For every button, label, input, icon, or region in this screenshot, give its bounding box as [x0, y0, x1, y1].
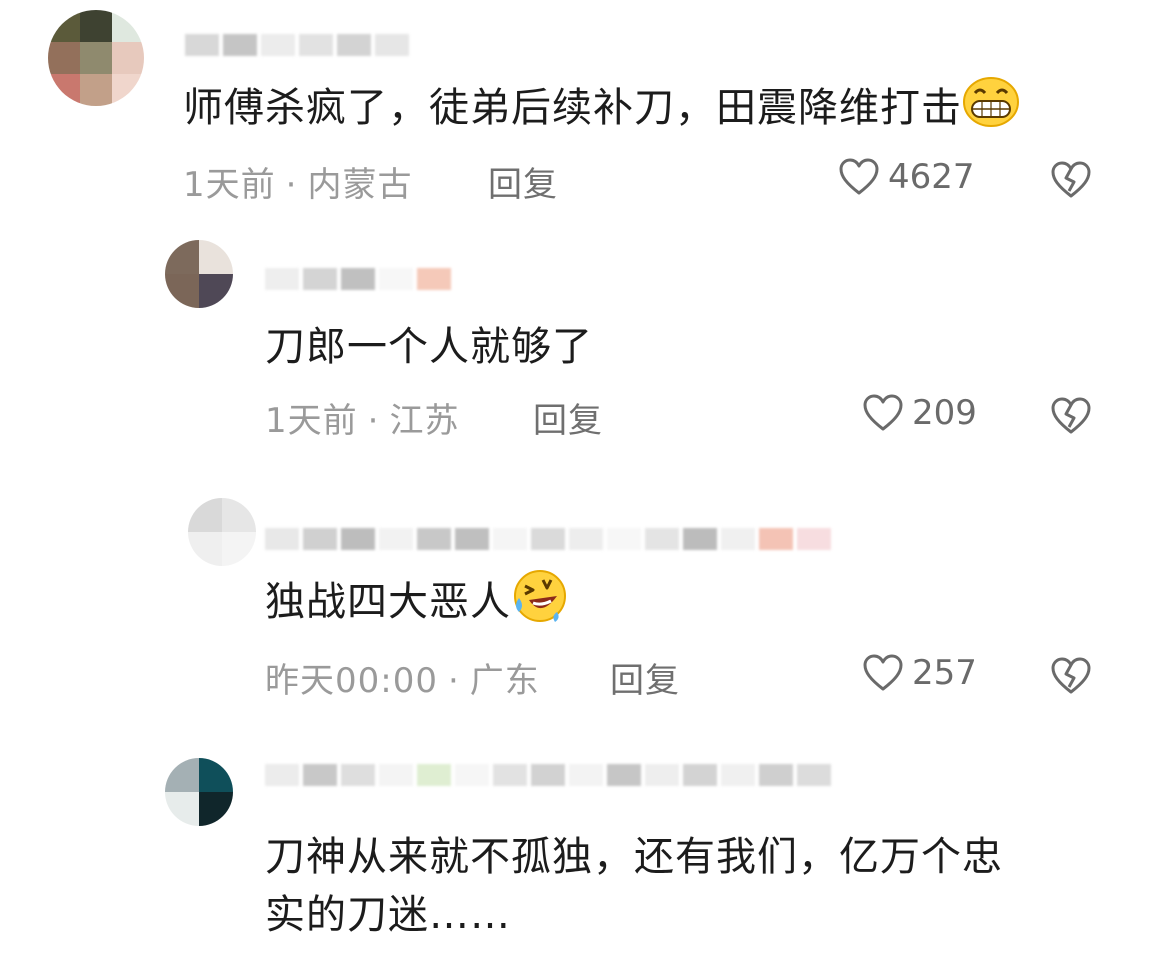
separator: ·: [447, 661, 460, 701]
comment-text: 独战四大恶人: [265, 568, 569, 640]
comment-meta: 1天前 · 内蒙古: [183, 157, 412, 206]
like-count: 257: [912, 653, 977, 693]
avatar[interactable]: [165, 758, 233, 826]
username-blurred[interactable]: [265, 268, 451, 290]
comment-text: 师傅杀疯了，徒弟后续补刀，田震降维打击: [183, 76, 1020, 144]
rolling-on-floor-laughing-emoji: [511, 568, 569, 640]
like-count: 209: [912, 393, 977, 433]
reply-button[interactable]: 回复: [533, 393, 603, 442]
like-button[interactable]: 209: [862, 393, 977, 433]
location: 江苏: [389, 401, 460, 441]
separator: ·: [285, 165, 298, 205]
heart-outline-icon: [863, 394, 903, 431]
reply-button[interactable]: 回复: [610, 653, 680, 702]
dislike-button[interactable]: [1050, 657, 1092, 699]
like-button[interactable]: 257: [862, 653, 977, 693]
comment-meta: 1天前 · 江苏: [265, 393, 459, 442]
username-blurred[interactable]: [265, 528, 831, 550]
heart-outline-icon: [863, 654, 903, 691]
timestamp: 昨天00:00: [265, 661, 438, 701]
timestamp: 1天前: [265, 401, 358, 441]
grinning-face-emoji: [962, 76, 1020, 144]
avatar[interactable]: [48, 10, 144, 106]
avatar[interactable]: [165, 240, 233, 308]
timestamp: 1天前: [183, 165, 276, 205]
comment-item: 师傅杀疯了，徒弟后续补刀，田震降维打击 1天前 · 内蒙古 回复 4627: [0, 0, 1152, 220]
reply-item: 刀郎一个人就够了 1天前 · 江苏 回复 209: [0, 230, 1152, 460]
heart-outline-icon: [839, 158, 879, 195]
like-count: 4627: [888, 157, 975, 197]
dislike-button[interactable]: [1050, 397, 1092, 439]
reply-item: 独战四大恶人 昨天00:00 · 广东 回复 257: [0, 490, 1152, 730]
broken-heart-icon: [1051, 397, 1091, 434]
separator: ·: [367, 401, 380, 441]
username-blurred[interactable]: [265, 764, 831, 786]
comment-text: 刀郎一个人就够了: [265, 324, 593, 370]
avatar[interactable]: [188, 498, 256, 566]
location: 广东: [469, 661, 540, 701]
username-blurred[interactable]: [185, 34, 409, 56]
dislike-button[interactable]: [1050, 161, 1092, 203]
like-button[interactable]: 4627: [838, 157, 975, 197]
location: 内蒙古: [307, 165, 413, 205]
comment-meta: 昨天00:00 · 广东: [265, 653, 540, 702]
broken-heart-icon: [1051, 161, 1091, 198]
broken-heart-icon: [1051, 657, 1091, 694]
reply-item: 刀神从来就不孤独，还有我们，亿万个忠 实的刀迷……: [0, 750, 1152, 963]
reply-button[interactable]: 回复: [488, 157, 558, 206]
comment-text: 刀神从来就不孤独，还有我们，亿万个忠 实的刀迷……: [265, 834, 1003, 938]
